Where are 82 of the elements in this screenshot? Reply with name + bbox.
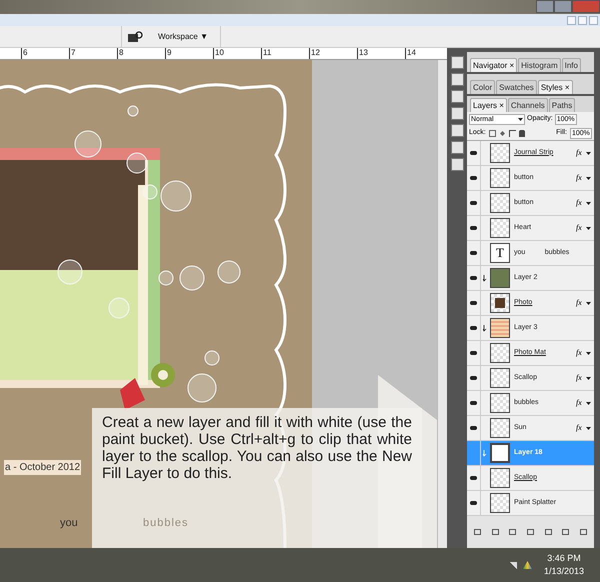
layer-thumbnail xyxy=(490,418,510,438)
layer-effects-label[interactable]: fx xyxy=(576,347,586,359)
layer-thumbnail xyxy=(490,343,510,363)
panel-toggle-icon[interactable] xyxy=(450,107,464,120)
layer-thumbnail xyxy=(490,193,510,213)
caret-icon[interactable] xyxy=(586,402,591,404)
photo-thumbnail xyxy=(490,268,510,288)
vertical-scrollbar[interactable] xyxy=(437,60,447,548)
layer-thumbnail xyxy=(490,393,510,413)
panel-action-icon[interactable] xyxy=(474,529,482,535)
lock-position-icon[interactable] xyxy=(508,130,516,136)
layer-effects-label[interactable]: fx xyxy=(576,372,586,384)
layer-thumbnail xyxy=(490,168,510,188)
layer-thumbnail xyxy=(490,368,510,388)
caret-icon[interactable] xyxy=(586,352,591,354)
layer-thumbnail xyxy=(490,218,510,238)
layer-effects-label[interactable]: fx xyxy=(576,172,586,184)
ruler-number: 10 xyxy=(215,48,224,57)
panel-tab[interactable]: Navigator × xyxy=(470,58,518,72)
caret-icon[interactable] xyxy=(586,302,591,304)
layer-effects-label[interactable]: fx xyxy=(576,197,586,209)
ruler-number: 9 xyxy=(167,48,172,57)
layer-thumbnail xyxy=(490,293,510,313)
layer-thumbnail xyxy=(490,493,510,513)
page-caption: a - October 2012 xyxy=(4,460,82,475)
lock-pixels-icon[interactable] xyxy=(500,130,505,136)
panel-action-icon[interactable] xyxy=(509,529,516,535)
caret-icon[interactable] xyxy=(586,376,591,380)
panel-action-icon[interactable] xyxy=(562,529,570,535)
panel-tab[interactable]: Channels xyxy=(508,98,548,112)
text-layer-thumbnail: T xyxy=(490,243,510,263)
clock-date: 1/13/2013 xyxy=(544,565,584,578)
minimize-button[interactable] xyxy=(536,0,554,13)
panel-action-icon[interactable] xyxy=(544,529,552,535)
restore-button[interactable] xyxy=(554,0,572,13)
panel-toggle-icon[interactable] xyxy=(450,90,464,103)
page-caption: bubbles xyxy=(143,516,189,531)
layer-thumbnail xyxy=(490,443,510,463)
ruler-number: 6 xyxy=(23,48,28,57)
panel-toggle-icon[interactable] xyxy=(450,158,464,171)
layer-effects-label[interactable]: fx xyxy=(576,222,586,234)
ruler-number: 14 xyxy=(407,48,416,57)
panel-tab[interactable]: Paths xyxy=(548,98,576,112)
layer-effects-label[interactable]: fx xyxy=(576,147,586,159)
bridge-search-icon[interactable] xyxy=(128,30,144,42)
layer-effects-label[interactable]: fx xyxy=(576,422,586,434)
panel-tab[interactable]: Color xyxy=(470,80,496,94)
page-caption: you xyxy=(60,516,78,531)
layer-effects-label[interactable]: fx xyxy=(576,297,586,309)
callout-text: Creat a new layer and fill it with white (use the paint bucket). Use Ctrl+alt+g to clip that white layer to the scallop. You can also use the New Fill Layer to do this. xyxy=(102,414,412,482)
caret-icon[interactable] xyxy=(586,426,591,430)
ruler-number: 8 xyxy=(119,48,124,57)
caret-icon[interactable] xyxy=(586,176,591,180)
panel-toggle-icon[interactable] xyxy=(450,141,464,154)
layer-thumbnail xyxy=(490,468,510,488)
panel-tab[interactable]: Layers × xyxy=(470,98,507,112)
caret-icon xyxy=(518,118,523,120)
workspace-menu[interactable]: Workspace ▼ xyxy=(158,30,208,42)
caret-icon[interactable] xyxy=(586,152,591,154)
panel-action-icon[interactable] xyxy=(580,529,587,535)
panel-action-icon[interactable] xyxy=(526,529,534,535)
panel-action-icon[interactable] xyxy=(492,529,499,535)
drive-icon[interactable] xyxy=(522,561,532,569)
ruler-number: 7 xyxy=(71,48,76,57)
caret-icon[interactable] xyxy=(586,226,591,230)
clock-time: 3:46 PM xyxy=(547,552,581,564)
lock-all-icon[interactable] xyxy=(518,130,525,136)
panel-tab[interactable]: Swatches xyxy=(496,80,537,94)
panel-toggle-icon[interactable] xyxy=(450,124,464,137)
panel-tab[interactable]: Styles × xyxy=(538,80,573,94)
pattern-thumbnail xyxy=(490,318,510,338)
caret-icon[interactable] xyxy=(586,202,591,204)
panel-toggle-icon[interactable] xyxy=(450,56,464,69)
panel-toggle-icon[interactable] xyxy=(450,73,464,86)
ruler-number: 11 xyxy=(263,48,272,57)
lock-transparency-icon[interactable] xyxy=(488,130,496,136)
ruler-number: 12 xyxy=(311,48,320,57)
layer-thumbnail xyxy=(490,143,510,163)
panel-tab[interactable]: Histogram xyxy=(518,58,561,72)
layer-effects-label[interactable]: fx xyxy=(576,397,586,409)
panel-tab[interactable]: Info xyxy=(562,58,581,72)
ruler-number: 13 xyxy=(359,48,368,57)
